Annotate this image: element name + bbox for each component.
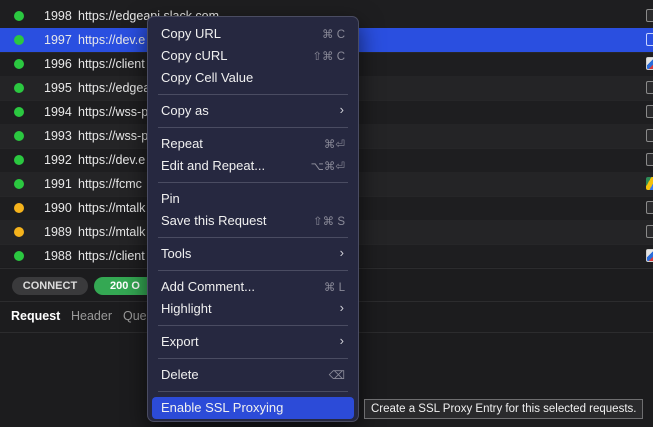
chevron-right-icon: › [339, 300, 344, 315]
menu-item-label: Copy Cell Value [161, 70, 254, 85]
tab-query[interactable]: Que [123, 309, 147, 323]
row-url: https://edgea [78, 81, 151, 95]
row-url: https://client [78, 57, 145, 71]
row-id: 1994 [44, 105, 72, 119]
menu-item-highlight[interactable]: Highlight › [152, 298, 354, 320]
file-icon [646, 33, 653, 46]
status-dot-icon [14, 131, 24, 141]
row-id: 1990 [44, 201, 72, 215]
menu-item-label: Edit and Repeat... [161, 158, 266, 173]
status-dot-icon [14, 83, 24, 93]
row-id: 1992 [44, 153, 72, 167]
file-icon [646, 153, 653, 166]
row-id: 1988 [44, 249, 72, 263]
row-id: 1993 [44, 129, 72, 143]
row-id: 1997 [44, 33, 72, 47]
menu-separator [158, 182, 348, 183]
menu-item-save-this-request[interactable]: Save this Request ⇧⌘ S [152, 210, 354, 232]
file-icon [646, 9, 653, 22]
menu-item-label: Highlight [161, 301, 212, 316]
row-id: 1989 [44, 225, 72, 239]
tab-header[interactable]: Header [71, 309, 112, 323]
row-id: 1995 [44, 81, 72, 95]
menu-item-label: Copy URL [161, 26, 221, 41]
menu-separator [158, 127, 348, 128]
method-badge: CONNECT [12, 277, 88, 295]
menu-item-label: Add Comment... [161, 279, 255, 294]
menu-separator [158, 270, 348, 271]
menu-item-shortcut: ⌥⌘⏎ [310, 161, 345, 173]
chevron-right-icon: › [339, 102, 344, 117]
menu-separator [158, 358, 348, 359]
menu-item-copy-cell-value[interactable]: Copy Cell Value [152, 67, 354, 89]
menu-separator [158, 237, 348, 238]
status-dot-icon [14, 35, 24, 45]
menu-item-shortcut: ⌘ L [323, 282, 345, 294]
menu-item-tools[interactable]: Tools › [152, 243, 354, 265]
file-icon [646, 129, 653, 142]
menu-item-shortcut: ⇧⌘ S [312, 216, 345, 228]
menu-item-shortcut: ⌘ C [322, 29, 345, 41]
chevron-right-icon: › [339, 245, 344, 260]
menu-item-delete[interactable]: Delete ⌫ [152, 364, 354, 386]
menu-item-label: Export [161, 334, 199, 349]
row-id: 1996 [44, 57, 72, 71]
row-url: https://dev.e [78, 33, 146, 47]
menu-item-pin[interactable]: Pin [152, 188, 354, 210]
row-url: https://fcmc [78, 177, 142, 191]
chevron-right-icon: › [339, 333, 344, 348]
menu-item-edit-and-repeat[interactable]: Edit and Repeat... ⌥⌘⏎ [152, 155, 354, 177]
menu-item-label: Save this Request [161, 213, 267, 228]
row-url: https://wss-p [78, 129, 149, 143]
row-url: https://mtalk [78, 201, 146, 215]
menu-item-copy-as[interactable]: Copy as › [152, 100, 354, 122]
slack-icon [646, 249, 653, 262]
status-dot-icon [14, 251, 24, 261]
google-drive-icon [646, 177, 653, 190]
menu-item-repeat[interactable]: Repeat ⌘⏎ [152, 133, 354, 155]
menu-item-label: Copy cURL [161, 48, 228, 63]
menu-item-label: Enable SSL Proxying [161, 400, 284, 415]
status-dot-icon [14, 155, 24, 165]
menu-separator [158, 325, 348, 326]
menu-item-label: Pin [161, 191, 180, 206]
status-dot-icon [14, 107, 24, 117]
row-url: https://dev.e [78, 153, 146, 167]
status-dot-icon [14, 59, 24, 69]
file-icon [646, 81, 653, 94]
status-dot-icon [14, 227, 24, 237]
row-url: https://wss-p [78, 105, 149, 119]
file-icon [646, 105, 653, 118]
menu-item-shortcut: ⌘⏎ [323, 139, 345, 151]
tab-request[interactable]: Request [11, 309, 60, 323]
menu-separator [158, 391, 348, 392]
file-icon [646, 201, 653, 214]
menu-item-enable-ssl-proxying[interactable]: Enable SSL Proxying [152, 397, 354, 419]
row-url: https://mtalk [78, 225, 146, 239]
menu-item-label: Repeat [161, 136, 203, 151]
menu-item-label: Delete [161, 367, 199, 382]
menu-item-copy-curl[interactable]: Copy cURL ⇧⌘ C [152, 45, 354, 67]
status-dot-icon [14, 11, 24, 21]
menu-separator [158, 94, 348, 95]
menu-item-export[interactable]: Export › [152, 331, 354, 353]
row-id: 1991 [44, 177, 72, 191]
status-dot-icon [14, 203, 24, 213]
tooltip: Create a SSL Proxy Entry for this select… [364, 399, 644, 419]
menu-item-label: Tools [161, 246, 192, 261]
slack-icon [646, 57, 653, 70]
menu-item-label: Copy as [161, 103, 209, 118]
menu-item-shortcut: ⌫ [328, 370, 345, 382]
row-url: https://client [78, 249, 145, 263]
menu-item-copy-url[interactable]: Copy URL ⌘ C [152, 23, 354, 45]
menu-item-shortcut: ⇧⌘ C [312, 51, 345, 63]
file-icon [646, 225, 653, 238]
context-menu: Copy URL ⌘ C Copy cURL ⇧⌘ C Copy Cell Value C… [147, 16, 359, 422]
status-dot-icon [14, 179, 24, 189]
menu-item-add-comment[interactable]: Add Comment... ⌘ L [152, 276, 354, 298]
row-id: 1998 [44, 9, 72, 23]
